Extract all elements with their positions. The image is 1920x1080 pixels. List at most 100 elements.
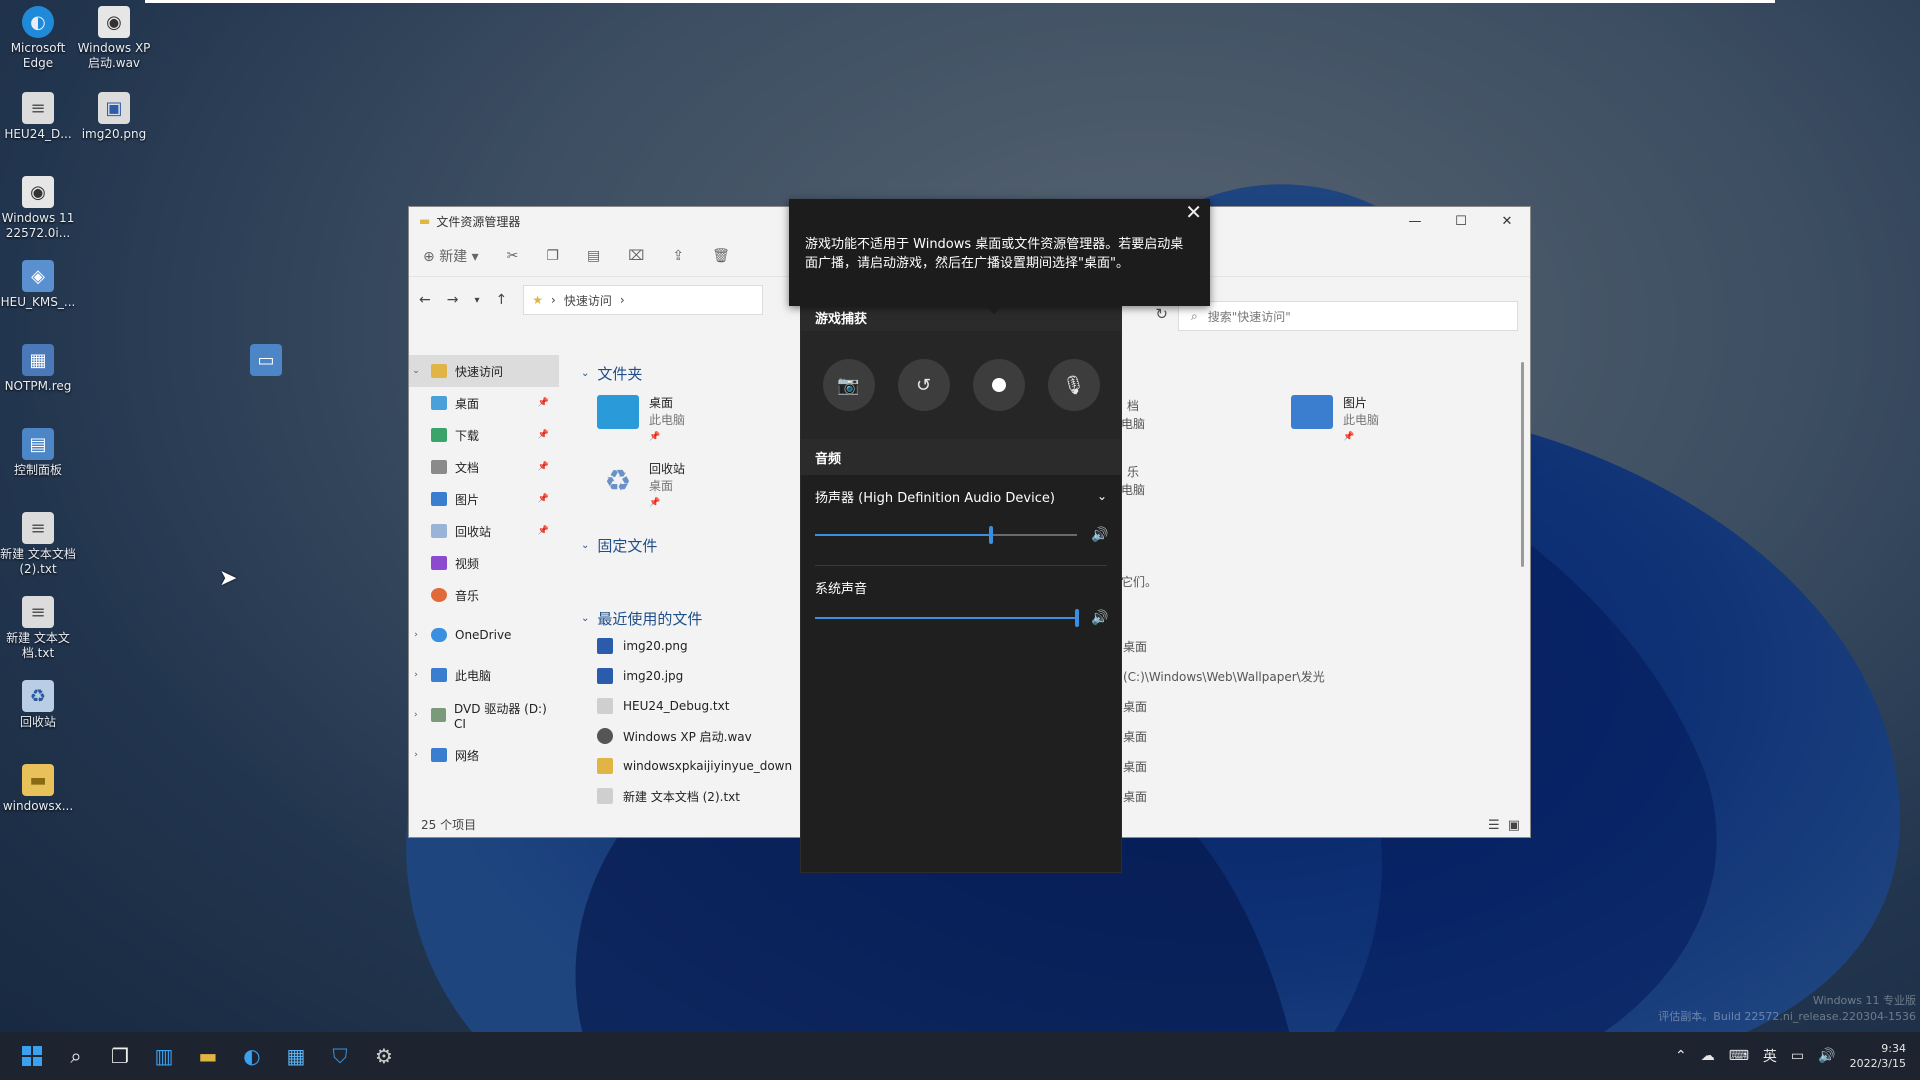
folder-icon: ▬ bbox=[419, 214, 431, 228]
nav-item-videos[interactable]: 视频 bbox=[409, 547, 559, 579]
record-last-button[interactable]: ↺ bbox=[897, 359, 950, 411]
audio-device-select[interactable]: 扬声器 (High Definition Audio Device) ⌄ bbox=[815, 475, 1107, 517]
desktop-icon-control-panel[interactable]: ▤ 控制面板 bbox=[0, 428, 76, 478]
recent-locations-icon[interactable]: ▾ bbox=[474, 295, 479, 306]
search-icon[interactable]: ⌕ bbox=[54, 1034, 98, 1078]
desktop-icon-new-text-2[interactable]: ≡ 新建 文本文档 (2).txt bbox=[0, 512, 76, 577]
desktop-icon-new-text[interactable]: ≡ 新建 文本文档.txt bbox=[0, 596, 76, 661]
device-volume-slider-row: 🔊 bbox=[815, 517, 1108, 553]
up-icon[interactable]: ↑ bbox=[496, 292, 508, 308]
pin-icon: 📌 bbox=[649, 498, 661, 508]
nav-item-recycle-bin[interactable]: 回收站 📌 bbox=[409, 515, 559, 547]
ime-indicator[interactable]: 英 bbox=[1763, 1046, 1777, 1066]
chevron-right-icon: › bbox=[619, 293, 625, 307]
search-input[interactable]: ⌕ 搜索"快速访问" bbox=[1178, 301, 1518, 331]
cut-icon[interactable]: ✂ bbox=[507, 248, 519, 264]
share-icon[interactable]: ⇪ bbox=[672, 248, 684, 264]
copy-icon[interactable]: ❐ bbox=[546, 248, 559, 264]
system-volume-thumb[interactable] bbox=[1075, 609, 1079, 627]
device-volume-slider[interactable] bbox=[815, 526, 1077, 544]
widgets-icon[interactable]: ▥ bbox=[142, 1034, 186, 1078]
desktop-icon-windowsx-folder[interactable]: ▬ windowsx... bbox=[0, 764, 76, 814]
new-button[interactable]: ⊕ 新建 ▾ bbox=[423, 246, 479, 266]
nav-item-desktop[interactable]: 桌面 📌 bbox=[409, 387, 559, 419]
recent-file-row[interactable]: Windows XP 启动.wav bbox=[597, 721, 752, 751]
refresh-icon[interactable]: ↻ bbox=[1155, 305, 1168, 323]
forward-icon[interactable]: → bbox=[447, 292, 459, 308]
chevron-up-icon[interactable]: ⌃ bbox=[1675, 1048, 1687, 1064]
recent-file-row[interactable]: windowsxpkaijiyinyue_down bbox=[597, 751, 792, 781]
desktop-icon-img20[interactable]: ▣ img20.png bbox=[76, 92, 152, 142]
volume-icon[interactable]: 🔊 bbox=[1818, 1048, 1835, 1064]
file-explorer-icon[interactable]: ▬ bbox=[186, 1034, 230, 1078]
close-icon[interactable]: ✕ bbox=[1185, 202, 1202, 222]
maximize-button[interactable]: ☐ bbox=[1438, 214, 1484, 229]
rename-icon[interactable]: ⌧ bbox=[628, 248, 644, 264]
nav-item-music[interactable]: 音乐 bbox=[409, 579, 559, 611]
chevron-right-icon[interactable]: › bbox=[409, 750, 423, 760]
start-recording-button[interactable] bbox=[972, 359, 1025, 411]
system-volume-slider[interactable] bbox=[815, 609, 1079, 627]
tooltip-text: 游戏功能不适用于 Windows 桌面或文件资源管理器。若要启动桌面广播，请启动… bbox=[805, 237, 1184, 271]
folder-tile-desktop[interactable]: 桌面 此电脑 📌 bbox=[597, 395, 685, 446]
nav-item-pictures[interactable]: 图片 📌 bbox=[409, 483, 559, 515]
nav-item-network[interactable]: › 网络 bbox=[409, 739, 559, 771]
close-button[interactable]: ✕ bbox=[1484, 214, 1530, 229]
network-icon[interactable]: ▭ bbox=[1791, 1048, 1804, 1064]
desktop-icon-recycle-bin[interactable]: ♻ 回收站 bbox=[0, 680, 76, 730]
chevron-down-icon: ⌄ bbox=[581, 368, 590, 379]
nav-item-quick-access[interactable]: ⌄ 快速访问 bbox=[409, 355, 559, 387]
back-icon[interactable]: ← bbox=[419, 292, 431, 308]
device-volume-thumb[interactable] bbox=[988, 526, 993, 544]
chevron-right-icon[interactable]: › bbox=[409, 630, 423, 640]
chevron-down-icon[interactable]: ⌄ bbox=[409, 366, 423, 376]
onedrive-cloud-icon[interactable]: ☁ bbox=[1701, 1048, 1715, 1064]
start-icon[interactable] bbox=[10, 1034, 54, 1078]
game-bar-capture-widget[interactable]: 游戏捕获 📷 ↺ 🎙 音频 扬声器 (High Definition Audio… bbox=[800, 303, 1122, 873]
desktop-icon-heu24[interactable]: ≡ HEU24_D... bbox=[0, 92, 76, 142]
tiles-view-icon[interactable]: ▣ bbox=[1508, 818, 1520, 833]
section-recent-files-header[interactable]: ⌄ 最近使用的文件 bbox=[581, 608, 702, 629]
store-icon[interactable]: ▦ bbox=[274, 1034, 318, 1078]
recent-file-row[interactable]: img20.jpg bbox=[597, 661, 683, 691]
keyboard-icon[interactable]: ⌨ bbox=[1729, 1048, 1749, 1064]
desktop-icon-edge[interactable]: ◐ Microsoft Edge bbox=[0, 6, 76, 71]
recent-file-row[interactable]: HEU24_Debug.txt bbox=[597, 691, 729, 721]
settings-icon[interactable]: ⚙ bbox=[362, 1034, 406, 1078]
chevron-right-icon[interactable]: › bbox=[409, 670, 423, 680]
capture-controls: 📷 ↺ 🎙 bbox=[801, 331, 1121, 439]
desktop-icon-wav[interactable]: ◉ Windows XP 启动.wav bbox=[76, 6, 152, 71]
scrollbar[interactable] bbox=[1521, 362, 1524, 567]
recent-file-row[interactable]: img20.png bbox=[597, 631, 688, 661]
folder-tile-pictures[interactable]: 图片 此电脑 📌 bbox=[1291, 395, 1379, 446]
speaker-icon[interactable]: 🔊 bbox=[1091, 610, 1108, 626]
breadcrumb[interactable]: 快速访问 bbox=[564, 292, 612, 309]
task-view-icon[interactable]: ❐ bbox=[98, 1034, 142, 1078]
desktop-icon-win11-wav[interactable]: ◉ Windows 11 22572.0i... bbox=[0, 176, 76, 241]
nav-item-documents[interactable]: 文档 📌 bbox=[409, 451, 559, 483]
paste-icon[interactable]: ▤ bbox=[587, 248, 600, 264]
speaker-icon[interactable]: 🔊 bbox=[1091, 527, 1108, 543]
nav-item-this-pc[interactable]: › 此电脑 bbox=[409, 659, 559, 691]
nav-item-onedrive[interactable]: › OneDrive bbox=[409, 619, 559, 651]
nav-item-downloads[interactable]: 下载 📌 bbox=[409, 419, 559, 451]
minimize-button[interactable]: — bbox=[1392, 214, 1438, 229]
section-folders-header[interactable]: ⌄ 文件夹 bbox=[581, 363, 642, 384]
nav-item-dvd-drive[interactable]: › DVD 驱动器 (D:) CI bbox=[409, 699, 559, 731]
clock[interactable]: 9:34 2022/3/15 bbox=[1850, 1041, 1906, 1071]
recent-file-row[interactable]: 新建 文本文档 (2).txt bbox=[597, 781, 740, 811]
address-bar[interactable]: ★ › 快速访问 › bbox=[523, 285, 764, 315]
edge-icon[interactable]: ◐ bbox=[230, 1034, 274, 1078]
desktop-icon-monitor[interactable]: ▭ bbox=[228, 344, 304, 379]
desktop-icon-notpm[interactable]: ▦ NOTPM.reg bbox=[0, 344, 76, 394]
defender-icon[interactable]: ⛉ bbox=[318, 1034, 362, 1078]
microphone-toggle-button[interactable]: 🎙 bbox=[1047, 359, 1100, 411]
screenshot-button[interactable]: 📷 bbox=[822, 359, 875, 411]
folder-tile-recycle-bin[interactable]: ♻ 回收站 桌面 📌 bbox=[597, 461, 685, 512]
star-icon bbox=[431, 364, 447, 378]
desktop-icon-heu-kms[interactable]: ◈ HEU_KMS_... bbox=[0, 260, 76, 310]
delete-icon[interactable]: 🗑 bbox=[712, 248, 730, 264]
chevron-right-icon[interactable]: › bbox=[409, 710, 423, 720]
details-view-icon[interactable]: ☰ bbox=[1488, 818, 1500, 833]
section-pinned-files-header[interactable]: ⌄ 固定文件 bbox=[581, 535, 657, 556]
